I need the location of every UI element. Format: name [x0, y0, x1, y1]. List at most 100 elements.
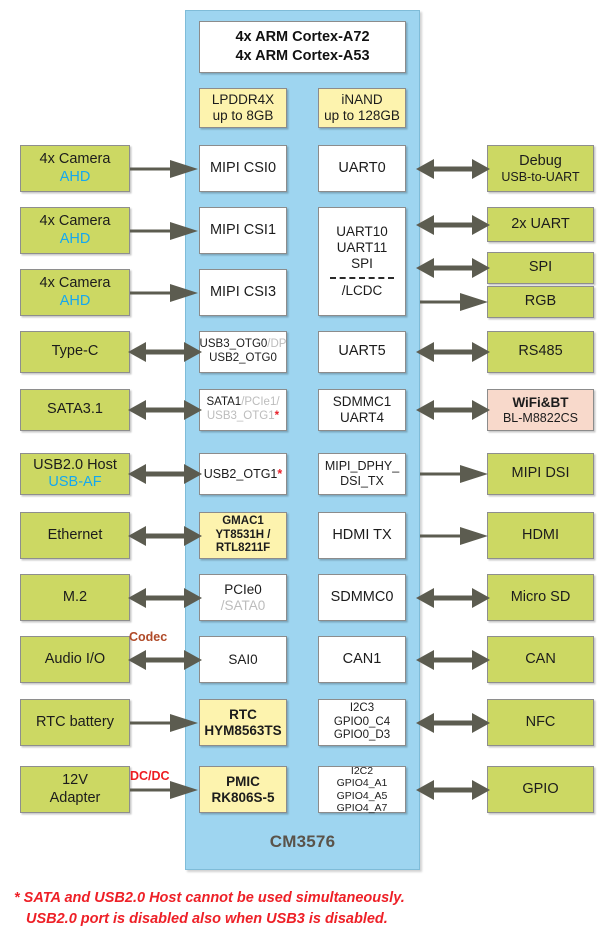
soc-block-mipi-csi3: MIPI CSI3 — [199, 269, 287, 316]
soc-block-rtc: RTC HYM8563TS — [199, 699, 287, 746]
usb20-host-line-2: USB-AF — [48, 474, 102, 490]
mipi-dsi-label: MIPI DSI — [511, 465, 570, 482]
camera-3-line-2: AHD — [59, 292, 91, 309]
pcie0-line-2: /SATA0 — [220, 597, 266, 613]
gmac1-line-3: RTL8211F — [215, 542, 271, 555]
arrow-usb20-host-to-usb2-otg1 — [128, 463, 202, 485]
peripheral-rgb: RGB — [487, 286, 594, 318]
peripheral-camera-3: 4x Camera AHD — [20, 269, 130, 316]
sai0-label: SAI0 — [228, 651, 258, 667]
inand-line-2: up to 128GB — [324, 108, 400, 123]
lcdc-label: /LCDC — [341, 282, 383, 298]
soc-block-uart10-spi: UART10 UART11 SPI /LCDC — [318, 207, 406, 316]
pcie0-line-1: PCIe0 — [224, 581, 262, 597]
uart5-label: UART5 — [338, 343, 386, 360]
arrow-adapter-12v-to-pmic — [130, 779, 200, 801]
arrow-uart0-to-debug-uart — [416, 158, 490, 180]
mipi-dphy-line-1: MIPI_DPHY_ — [324, 459, 400, 474]
footnote-line-2: USB2.0 port is disabled also when USB3 i… — [26, 911, 388, 928]
debug-uart-line-2: USB-to-UART — [501, 169, 580, 184]
can1-label: CAN1 — [342, 650, 382, 667]
usb2-otg1-footnote-marker: * — [277, 466, 283, 481]
soc-block-i2c2: I2C2 GPIO4_A1 GPIO4_A5 GPIO4_A7 — [318, 764, 406, 814]
usb3-otg0-line-1: USB3_OTG0/DP — [200, 338, 287, 352]
peripheral-type-c: Type-C — [20, 331, 130, 373]
peripheral-debug-uart: Debug USB-to-UART — [487, 145, 594, 192]
peripheral-m2: M.2 — [20, 574, 130, 621]
peripheral-adapter-12v: 12V Adapter — [20, 766, 130, 813]
peripheral-ethernet: Ethernet — [20, 512, 130, 559]
i2c2-line-2: GPIO4_A1 — [336, 777, 388, 790]
micro-sd-label: Micro SD — [510, 588, 571, 605]
inand-line-1: iNAND — [341, 92, 383, 108]
sdmmc1-line-1: SDMMC1 — [332, 394, 392, 410]
peripheral-camera-1: 4x Camera AHD — [20, 145, 130, 192]
wifi-bt-line-1: WiFi&BT — [512, 394, 569, 410]
usb20-host-line-1: USB2.0 Host — [33, 456, 117, 473]
arrow-m2-to-pcie0 — [128, 587, 202, 609]
i2c2-line-1: I2C2 — [350, 764, 374, 777]
soc-block-gmac1: GMAC1 YT8531H / RTL8211F — [199, 512, 287, 559]
arrow-uart10-to-uart-2x — [416, 214, 490, 236]
spi-label: SPI — [351, 256, 373, 271]
camera-1-line-1: 4x Camera — [39, 151, 111, 168]
gmac1-line-2: YT8531H / — [215, 528, 271, 541]
soc-block-can1: CAN1 — [318, 636, 406, 683]
arrow-lcdc-to-rgb — [420, 291, 488, 313]
soc-block-hdmi-tx: HDMI TX — [318, 512, 406, 559]
soc-block-usb2-otg1: USB2_OTG1* — [199, 453, 287, 495]
peripheral-audio-io: Audio I/O — [20, 636, 130, 683]
audio-io-label: Audio I/O — [44, 650, 106, 667]
sata1-alt-1: /PCIe1/ — [241, 396, 280, 409]
mipi-csi0-label: MIPI CSI0 — [209, 159, 277, 176]
soc-block-mipi-csi0: MIPI CSI0 — [199, 145, 287, 192]
peripheral-camera-2: 4x Camera AHD — [20, 207, 130, 254]
nfc-label: NFC — [525, 713, 556, 730]
pmic-line-1: PMIC — [226, 773, 260, 789]
peripheral-sata31: SATA3.1 — [20, 389, 130, 431]
usb3-otg0-primary: USB3_OTG0 — [199, 338, 268, 351]
hdmi-label: HDMI — [521, 526, 560, 543]
arrow-i2c3-to-nfc — [416, 712, 490, 734]
arrow-ethernet-to-gmac1 — [128, 525, 202, 547]
sdmmc1-line-2: UART4 — [339, 410, 384, 425]
soc-block-mipi-csi1: MIPI CSI1 — [199, 207, 287, 254]
connector-label-codec: Codec — [129, 630, 168, 644]
footnote-line-1: * SATA and USB2.0 Host cannot be used si… — [14, 890, 405, 906]
arrow-camera-2-to-mipi-csi1 — [130, 220, 200, 242]
arrow-sdmmc1-to-wifi-bt — [416, 399, 490, 421]
peripheral-hdmi: HDMI — [487, 512, 594, 559]
usb3-otg0-alt: /DP — [267, 338, 287, 351]
soc-block-sdmmc0: SDMMC0 — [318, 574, 406, 621]
gmac1-line-1: GMAC1 — [222, 515, 264, 528]
spi-peripheral-label: SPI — [528, 259, 553, 276]
debug-uart-line-1: Debug — [519, 152, 562, 169]
sata1-alt-2: USB3_OTG1 — [206, 410, 275, 422]
i2c3-line-3: GPIO0_D3 — [333, 729, 391, 742]
peripheral-nfc: NFC — [487, 699, 594, 746]
camera-2-line-1: 4x Camera — [39, 213, 111, 230]
footnote: * SATA and USB2.0 Host cannot be used si… — [14, 888, 594, 930]
peripheral-uart-2x: 2x UART — [487, 207, 594, 242]
lpddr4x-line-2: up to 8GB — [212, 108, 274, 123]
rs485-label: RS485 — [518, 343, 563, 360]
arrow-sata31-to-sata1 — [128, 399, 202, 421]
rgb-label: RGB — [524, 293, 557, 310]
i2c2-line-3: GPIO4_A5 — [336, 789, 388, 802]
ethernet-label: Ethernet — [47, 526, 103, 543]
peripheral-spi: SPI — [487, 252, 594, 284]
soc-block-i2c3: I2C3 GPIO0_C4 GPIO0_D3 — [318, 699, 406, 746]
rtc-line-2: HYM8563TS — [204, 722, 282, 738]
soc-block-sai0: SAI0 — [199, 636, 287, 683]
peripheral-micro-sd: Micro SD — [487, 574, 594, 621]
mipi-dphy-line-2: DSI_TX — [340, 474, 384, 488]
uart0-label: UART0 — [338, 159, 386, 176]
sata1-primary: SATA1 — [206, 396, 242, 409]
peripheral-usb20-host: USB2.0 Host USB-AF — [20, 453, 130, 495]
soc-block-sdmmc1: SDMMC1 UART4 — [318, 389, 406, 431]
peripheral-wifi-bt: WiFi&BT BL-M8822CS — [487, 389, 594, 431]
cpu-line-1: 4x ARM Cortex-A72 — [235, 29, 370, 46]
rtc-battery-label: RTC battery — [36, 713, 114, 730]
mipi-csi3-label: MIPI CSI3 — [209, 283, 277, 300]
soc-block-usb3-otg0: USB3_OTG0/DP USB2_OTG0 — [199, 331, 287, 373]
